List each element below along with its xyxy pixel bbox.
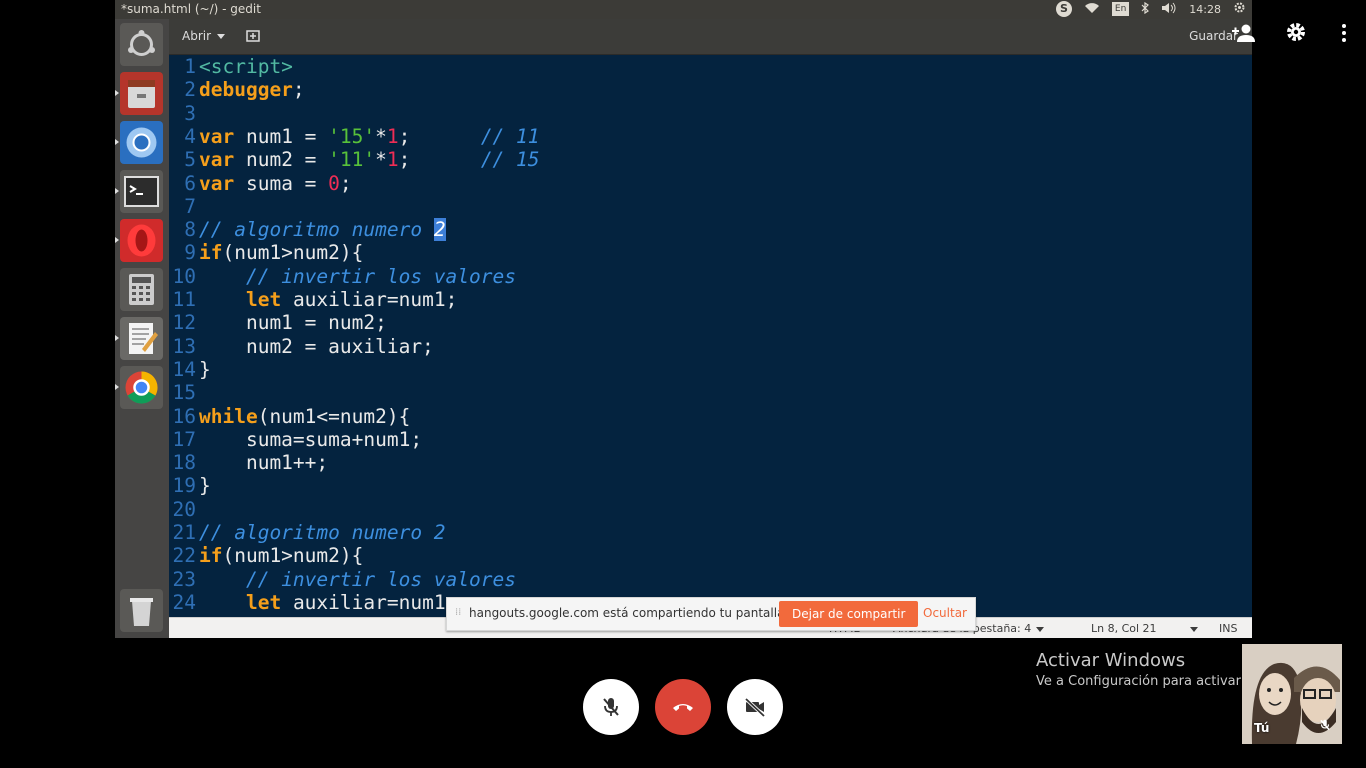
gedit-headerbar: Abrir Guardar — [169, 19, 1252, 55]
hide-button[interactable]: Ocultar — [923, 606, 967, 620]
line-number: 22 — [172, 544, 196, 568]
camera-off-icon — [744, 697, 766, 718]
unity-launcher — [115, 19, 170, 638]
line-number: 11 — [172, 288, 196, 311]
line-number: 16 — [172, 404, 196, 428]
trash-icon[interactable] — [120, 589, 163, 632]
opera-icon[interactable] — [115, 219, 163, 262]
add-person-icon[interactable] — [1228, 20, 1258, 54]
code-text: while(num1<=num2){ — [199, 404, 411, 428]
chevron-down-icon — [1190, 626, 1198, 632]
wifi-icon[interactable] — [1084, 2, 1100, 17]
skype-icon[interactable]: S — [1055, 1, 1072, 17]
shared-screen: *suma.html (~/) - gedit S En 14:28 Abrir… — [115, 0, 1252, 638]
line-number: 8 — [184, 218, 196, 242]
code-text: num1 = num2; — [199, 311, 387, 335]
line-number: 24 — [172, 590, 196, 614]
code-text: num1++; — [199, 451, 329, 475]
code-text: let auxiliar=num1 — [245, 590, 446, 614]
line-number: 1 — [184, 55, 196, 78]
system-tray: S En 14:28 — [1055, 1, 1246, 17]
chevron-down-icon — [217, 34, 226, 39]
code-text: // invertir los valores — [245, 264, 516, 288]
self-label: Tú — [1254, 721, 1270, 735]
line-number: 20 — [172, 497, 196, 521]
line-number: 10 — [172, 264, 196, 288]
open-button[interactable]: Abrir — [173, 25, 234, 47]
code-text: <script> — [199, 55, 293, 78]
code-text: // algoritmo numero 2 — [199, 218, 446, 242]
line-number: 13 — [172, 334, 196, 358]
calculator-icon[interactable] — [120, 268, 163, 311]
end-call-button[interactable] — [655, 679, 711, 735]
gear-icon[interactable] — [1281, 20, 1311, 54]
clock[interactable]: 14:28 — [1189, 3, 1221, 16]
hangouts-top-controls — [1196, 20, 1366, 60]
code-editor[interactable]: 1 <script> 2 debugger; 3 4 var num1 = '15'*1; … — [169, 55, 1252, 617]
line-number: 17 — [172, 427, 196, 451]
line-number: 9 — [184, 241, 196, 265]
new-document-icon[interactable] — [245, 28, 261, 44]
cursor-position[interactable]: Ln 8, Col 21 — [1091, 622, 1157, 635]
line-number: 14 — [172, 357, 196, 381]
line-number: 7 — [184, 194, 196, 218]
chevron-down-icon — [1036, 626, 1045, 632]
text-editor-icon[interactable] — [115, 317, 163, 360]
insert-mode: INS — [1219, 622, 1238, 635]
line-number: 19 — [172, 474, 196, 498]
line-number: 2 — [184, 78, 196, 102]
chrome-icon[interactable] — [115, 366, 163, 409]
line-number: 12 — [172, 311, 196, 335]
code-text: debugger; — [199, 78, 305, 102]
line-number: 18 — [172, 451, 196, 475]
line-number: 3 — [184, 101, 196, 125]
code-text: var suma = 0; — [199, 171, 352, 195]
hang-up-icon — [673, 704, 693, 711]
gear-icon[interactable] — [1233, 1, 1246, 17]
mic-off-icon — [1318, 717, 1332, 736]
position-menu-chevron[interactable] — [1185, 622, 1198, 635]
ubuntu-dash-icon[interactable] — [120, 23, 163, 66]
bluetooth-icon[interactable] — [1141, 1, 1150, 17]
toggle-camera-button[interactable] — [727, 679, 783, 735]
line-number: 23 — [172, 567, 196, 591]
code-text: // invertir los valores — [245, 567, 516, 591]
line-number: 15 — [172, 381, 196, 405]
keyboard-layout-indicator[interactable]: En — [1111, 2, 1130, 16]
line-number: 21 — [172, 521, 196, 544]
screen-share-notification: ⁞⁞ hangouts.google.com está compartiendo… — [446, 597, 976, 631]
code-text: } — [199, 357, 211, 381]
code-text: num2 = auxiliar; — [199, 334, 434, 358]
code-text: } — [199, 474, 211, 498]
line-number: 6 — [184, 171, 196, 195]
code-text: if(num1>num2){ — [199, 241, 364, 265]
code-text: // algoritmo numero 2 — [199, 521, 446, 544]
code-text: suma=suma+num1; — [199, 427, 423, 451]
files-icon[interactable] — [115, 72, 163, 115]
self-video-preview[interactable]: Tú — [1242, 644, 1342, 744]
top-panel: *suma.html (~/) - gedit S En 14:28 — [115, 0, 1252, 19]
share-message: hangouts.google.com está compartiendo tu… — [469, 606, 789, 620]
terminal-icon[interactable] — [115, 170, 163, 213]
code-text: var num2 = '11'*1; // 15 — [199, 148, 540, 172]
chromium-icon[interactable] — [115, 121, 163, 164]
code-text: var num1 = '15'*1; // 11 — [199, 124, 540, 148]
line-number: 5 — [184, 148, 196, 172]
code-text: let auxiliar=num1; — [245, 288, 458, 311]
stop-sharing-button[interactable]: Dejar de compartir — [779, 601, 919, 627]
volume-icon[interactable] — [1161, 2, 1177, 17]
more-options-icon[interactable] — [1329, 20, 1359, 54]
drag-handle-icon[interactable]: ⁞⁞ — [455, 607, 461, 618]
code-text: if(num1>num2){ — [199, 544, 364, 568]
window-title: *suma.html (~/) - gedit — [121, 2, 261, 16]
mic-off-icon — [603, 698, 619, 716]
mute-microphone-button[interactable] — [583, 679, 639, 735]
line-number: 4 — [184, 124, 196, 148]
